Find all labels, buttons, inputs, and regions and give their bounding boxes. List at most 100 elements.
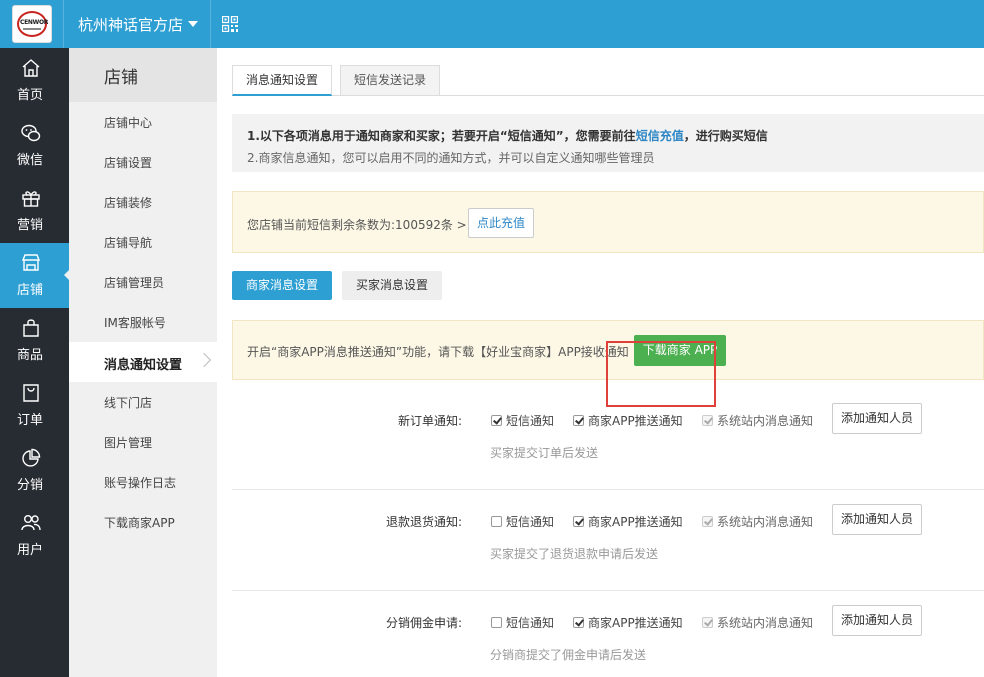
home-icon <box>22 59 40 77</box>
subnav-item-label: 消息通知设置 <box>104 358 183 373</box>
sms-option-label: 短信通知 <box>506 414 555 428</box>
users-icon <box>21 515 41 531</box>
nav-item-distribution[interactable]: 分销 <box>0 438 69 503</box>
subnav-item-label: IM客服帐号 <box>104 316 166 330</box>
subnav-item-account-log[interactable]: 账号操作日志 <box>69 462 217 502</box>
store-name[interactable]: 杭州神话官方店 <box>78 14 183 35</box>
order-icon <box>23 384 39 402</box>
app-push-checkbox[interactable] <box>573 415 584 426</box>
sms-recharge-link[interactable]: 短信充值 <box>636 129 684 143</box>
sms-checkbox[interactable] <box>491 516 502 527</box>
recharge-button[interactable]: 点此充值 <box>468 208 534 238</box>
add-recipient-button[interactable]: 添加通知人员 <box>832 605 922 636</box>
subnav-item-offline-stores[interactable]: 线下门店 <box>69 382 217 422</box>
subnav-item-label: 店铺管理员 <box>104 276 165 290</box>
notice-line-1: 1.以下各项消息用于通知商家和买家；若要开启“短信通知”，您需要前往短信充值，进… <box>247 127 768 144</box>
system-message-option-label: 系统站内消息通知 <box>717 616 814 630</box>
sms-checkbox[interactable] <box>491 415 502 426</box>
nav-label: 首页 <box>16 88 43 103</box>
subnav-item-store-center[interactable]: 店铺中心 <box>69 102 217 142</box>
pie-icon <box>22 448 41 467</box>
store-icon <box>21 254 41 271</box>
chevron-down-icon[interactable] <box>188 21 198 27</box>
app-push-option-label: 商家APP推送通知 <box>588 616 683 630</box>
row-hint: 买家提交了退货退款申请后发送 <box>490 547 659 561</box>
nav-label: 订单 <box>16 413 43 428</box>
subnav-item-label: 账号操作日志 <box>104 476 177 490</box>
app-push-option-label: 商家APP推送通知 <box>588 515 683 529</box>
header-divider <box>210 0 211 48</box>
subnav-item-label: 店铺导航 <box>104 236 153 250</box>
app-push-checkbox[interactable] <box>573 516 584 527</box>
notify-row-commission: 分销佣金申请: 短信通知 商家APP推送通知 系统站内消息通知 添加通知人员 分… <box>232 592 984 677</box>
nav-label: 营销 <box>16 218 43 233</box>
subnav-item-label: 下载商家APP <box>104 516 175 530</box>
sms-checkbox[interactable] <box>491 617 502 628</box>
top-header: CENWOR 杭州神话官方店 <box>0 0 984 48</box>
nav-item-home[interactable]: 首页 <box>0 48 69 113</box>
add-recipient-button[interactable]: 添加通知人员 <box>832 403 922 434</box>
system-message-option-label: 系统站内消息通知 <box>717 414 814 428</box>
annotation-highlight <box>606 341 716 407</box>
subnav-item-store-decoration[interactable]: 店铺装修 <box>69 182 217 222</box>
logo-text: CENWOR <box>20 19 49 26</box>
primary-nav: 首页 微信 营销 店铺 商品 订单 分销 用户 <box>0 48 70 677</box>
nav-item-store[interactable]: 店铺 <box>0 243 70 308</box>
notice-line-1-prefix: 1.以下各项消息用于通知商家和买家；若要开启“短信通知”，您需要前往 <box>247 129 636 143</box>
logo-mark: CENWOR <box>17 11 49 37</box>
tab-notification-settings[interactable]: 消息通知设置 <box>232 65 332 96</box>
nav-label: 商品 <box>16 348 43 363</box>
nav-item-marketing[interactable]: 营销 <box>0 178 69 243</box>
qr-code-icon[interactable] <box>222 16 238 32</box>
sms-balance-box: 您店铺当前短信剩余条数为:100592条 >> 点此充值 <box>232 191 984 253</box>
nav-label: 分销 <box>16 478 43 493</box>
notify-row-refund: 退款退货通知: 短信通知 商家APP推送通知 系统站内消息通知 添加通知人员 买… <box>232 491 984 591</box>
header-divider <box>63 0 64 48</box>
tab-sms-records[interactable]: 短信发送记录 <box>340 65 440 95</box>
subnav-item-store-navigation[interactable]: 店铺导航 <box>69 222 217 262</box>
subnav-item-image-management[interactable]: 图片管理 <box>69 422 217 462</box>
row-label: 分销佣金申请: <box>385 616 462 630</box>
add-recipient-button[interactable]: 添加通知人员 <box>832 504 922 535</box>
subnav-item-store-admins[interactable]: 店铺管理员 <box>69 262 217 302</box>
notice-line-2: 2.商家信息通知，您可以启用不同的通知方式，并可以自定义通知哪些管理员 <box>247 151 655 165</box>
subnav-item-label: 图片管理 <box>104 436 153 450</box>
nav-item-goods[interactable]: 商品 <box>0 308 69 373</box>
subnav-item-label: 店铺装修 <box>104 196 153 210</box>
wechat-icon <box>21 124 41 142</box>
merchant-settings-button[interactable]: 商家消息设置 <box>232 271 332 300</box>
row-hint: 买家提交订单后发送 <box>490 446 599 460</box>
subnav-item-label: 线下门店 <box>104 396 153 410</box>
nav-label: 用户 <box>16 543 43 558</box>
nav-label: 店铺 <box>16 283 43 298</box>
system-message-checkbox <box>702 617 713 628</box>
bag-icon <box>23 319 39 337</box>
subnav-item-label: 店铺设置 <box>104 156 153 170</box>
info-notice: 1.以下各项消息用于通知商家和买家；若要开启“短信通知”，您需要前往短信充值，进… <box>232 114 984 172</box>
chevron-right-icon <box>196 352 212 368</box>
store-logo[interactable]: CENWOR <box>12 5 52 43</box>
gift-icon <box>22 191 40 207</box>
buyer-settings-button[interactable]: 买家消息设置 <box>342 271 442 300</box>
subnav-item-store-settings[interactable]: 店铺设置 <box>69 142 217 182</box>
logo-underline <box>23 28 41 30</box>
sms-balance-text: 您店铺当前短信剩余条数为:100592条 >> <box>247 218 477 232</box>
app-push-option-label: 商家APP推送通知 <box>588 414 683 428</box>
app-push-checkbox[interactable] <box>573 617 584 628</box>
tab-bar: 消息通知设置 短信发送记录 <box>232 65 984 96</box>
nav-item-orders[interactable]: 订单 <box>0 373 69 438</box>
secondary-nav: 店铺 店铺中心 店铺设置 店铺装修 店铺导航 店铺管理员 IM客服帐号 消息通知… <box>69 48 217 677</box>
nav-item-wechat[interactable]: 微信 <box>0 113 69 178</box>
main-content: 消息通知设置 短信发送记录 1.以下各项消息用于通知商家和买家；若要开启“短信通… <box>217 48 984 677</box>
system-message-checkbox <box>702 415 713 426</box>
nav-item-users[interactable]: 用户 <box>0 503 69 568</box>
app-notice-text: 开启“商家APP消息推送通知”功能，请下载【好业宝商家】APP接收通知 <box>247 345 629 359</box>
row-label: 退款退货通知: <box>385 515 462 529</box>
subnav-item-im-accounts[interactable]: IM客服帐号 <box>69 302 217 342</box>
subnav-title-text: 店铺 <box>104 68 138 88</box>
subnav-title: 店铺 <box>69 48 217 102</box>
row-label: 新订单通知: <box>397 414 462 428</box>
subnav-item-download-app[interactable]: 下载商家APP <box>69 502 217 542</box>
system-message-checkbox <box>702 516 713 527</box>
subnav-item-notification-settings[interactable]: 消息通知设置 <box>69 342 217 382</box>
